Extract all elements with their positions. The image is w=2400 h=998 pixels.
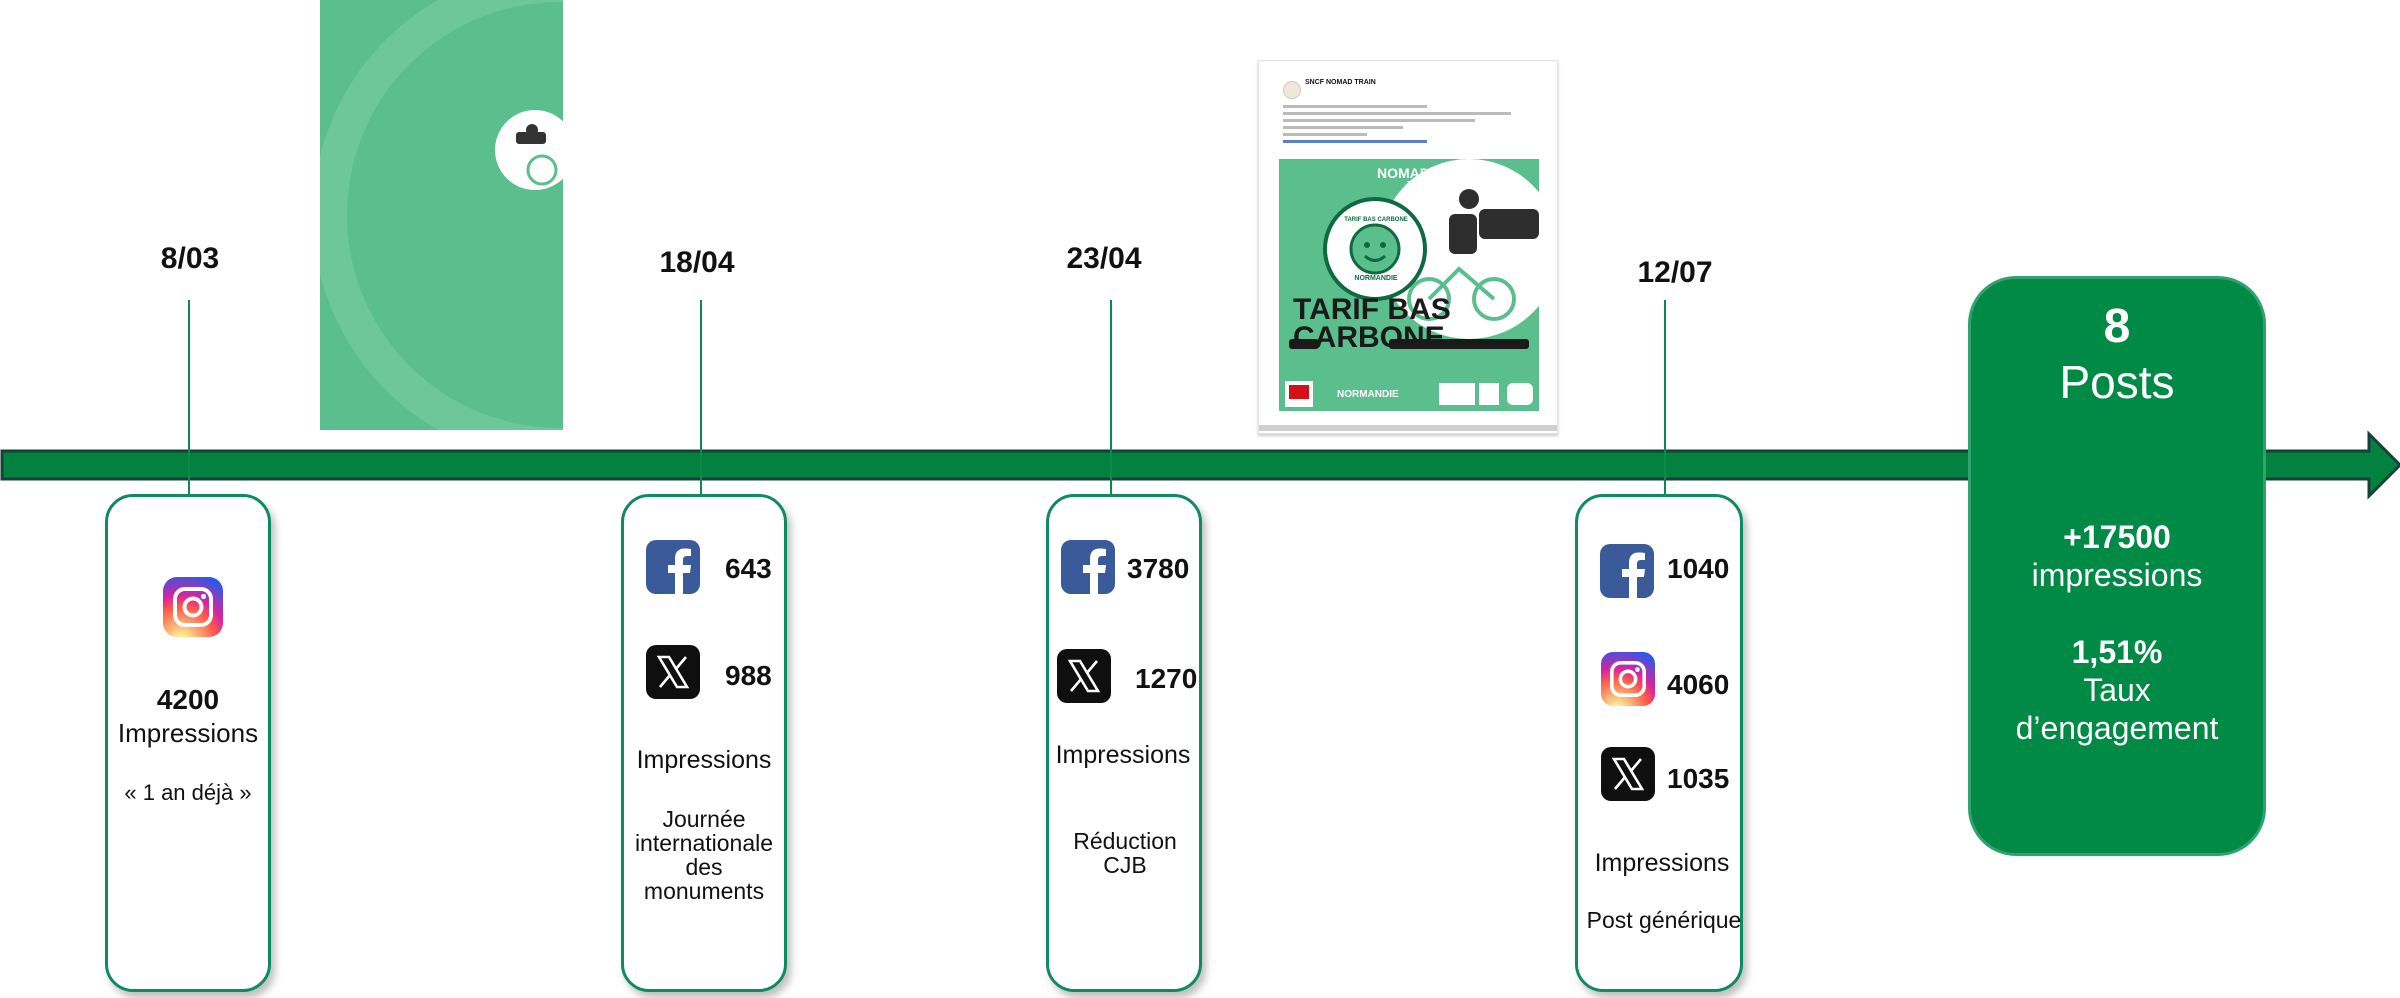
metric-value: 1040 [1667, 553, 1730, 584]
caption-line: internationale [634, 830, 774, 857]
post-caption: Réduction CJB [1045, 829, 1205, 877]
instagram-icon [163, 577, 223, 637]
caption-line: monuments [643, 878, 765, 905]
metric-value: 1270 [1135, 663, 1198, 694]
caption-line: des [685, 854, 723, 881]
milestone-connector [1110, 300, 1112, 495]
engagement-label-2: d’engagement [2015, 710, 2219, 746]
post-headline-2: CARBONE. [1293, 321, 1454, 354]
milestone-date: 18/04 [659, 246, 735, 279]
story-image [320, 0, 563, 430]
facebook-icon [1061, 540, 1115, 594]
impressions-label: Impressions [1055, 741, 1191, 769]
impressions-label: Impressions [1594, 849, 1730, 877]
milestone-card: 4200 Impressions « 1 an déjà » [105, 494, 271, 992]
post-count: 8 [2103, 300, 2131, 353]
summary-box: 8 Posts +17500 impressions 1,51% Taux d’… [1968, 276, 2266, 856]
caption-line: Réduction [1073, 828, 1177, 854]
post-avatar [1283, 81, 1301, 99]
metric-value: 988 [725, 660, 772, 691]
post-badge-top: TARIF BAS CARBONE [1344, 217, 1408, 223]
post-badge-bottom: NORMANDIE [1354, 275, 1398, 282]
metric-value: 4060 [1667, 669, 1730, 700]
x-icon [646, 645, 700, 699]
milestone-card: 1040 4060 1035 Impressions Post génériqu… [1575, 494, 1743, 992]
metric-value: 3780 [1127, 553, 1190, 584]
post-footer-bar [1259, 425, 1557, 431]
post-footer-brand: NORMANDIE [1337, 389, 1399, 400]
facebook-icon [1600, 544, 1654, 598]
milestone-connector [1664, 300, 1666, 495]
engagement-rate: 1,51% [2071, 634, 2163, 670]
metric-value: 643 [725, 553, 772, 584]
impressions-label: Impressions [636, 746, 772, 774]
milestone-connector [700, 300, 702, 495]
caption-line: Journée [662, 806, 746, 832]
caption-line: CJB [1103, 852, 1147, 879]
instagram-icon [1601, 652, 1655, 706]
metric-value: 1035 [1667, 763, 1730, 794]
milestone-date: 23/04 [1066, 242, 1142, 275]
post-page-name: SNCF NOMAD TRAIN [1305, 79, 1376, 86]
post-caption: Journée internationale des monuments [624, 807, 784, 904]
x-icon [1057, 649, 1111, 703]
post-brand-sub: TRAIN [1407, 181, 1429, 188]
milestone-card: 3780 1270 Impressions Réduction CJB [1046, 494, 1202, 992]
post-count-label: Posts [2059, 356, 2175, 408]
milestone-date: 8/03 [160, 242, 220, 275]
engagement-label-1: Taux [2083, 672, 2151, 708]
impressions-total: +17500 [2063, 519, 2171, 555]
post-caption: Post générique [1586, 907, 1742, 933]
milestone-connector [188, 300, 190, 495]
metric-value: 4200 [156, 684, 220, 715]
post-brand: NOMAD [1377, 165, 1430, 181]
post-visual: NOMAD TRAIN TARIF BAS CARBONE NORMANDIE … [1279, 159, 1539, 411]
x-icon [1601, 747, 1655, 801]
milestone-card: 643 988 Impressions Journée internationa… [621, 494, 787, 992]
post-caption: « 1 an déjà » [124, 780, 252, 805]
milestone-date: 12/07 [1637, 256, 1713, 289]
post-text-lines [1283, 105, 1523, 143]
facebook-icon [646, 540, 700, 594]
impressions-total-label: impressions [2031, 557, 2203, 593]
impressions-label: Impressions [117, 718, 259, 748]
post-preview: SNCF NOMAD TRAIN NOMAD TRAIN TARIF BAS C… [1258, 60, 1558, 434]
